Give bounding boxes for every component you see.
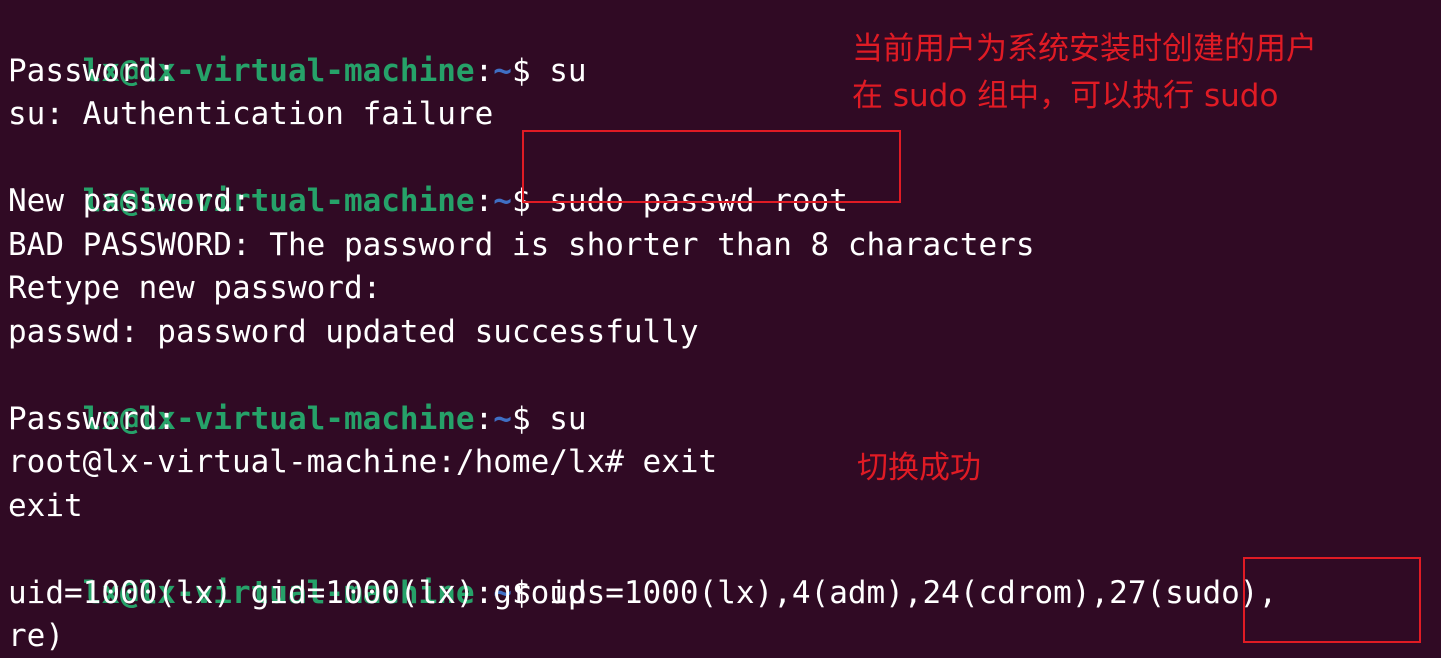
terminal-window[interactable]: lx@lx-virtual-machine:~$ su Password: su…	[0, 0, 1441, 658]
annotation-note-line1: 当前用户为系统安装时创建的用户	[852, 31, 1317, 67]
output-line: re)	[8, 618, 64, 654]
output-line: passwd: password updated successfully	[8, 313, 699, 350]
highlight-box-sudo-passwd	[522, 130, 901, 203]
command-text: su	[549, 400, 587, 437]
prompt-separator: :	[474, 400, 494, 437]
annotation-note-line2: 在 sudo 组中，可以执行 sudo	[852, 78, 1279, 114]
output-line: uid=1000(lx) gid=1000(lx) groups=1000(lx…	[8, 574, 1278, 611]
prompt-line: lx@lx-virtual-machine:~$ su	[8, 354, 587, 437]
output-line: Password:	[8, 400, 176, 437]
prompt-path: ~	[493, 183, 512, 219]
output-line: Password:	[8, 52, 176, 89]
prompt-symbol: $	[511, 400, 550, 437]
prompt-path: ~	[493, 52, 512, 89]
prompt-symbol: $	[511, 52, 550, 89]
prompt-path: ~	[493, 400, 512, 437]
prompt-line: lx@lx-virtual-machine:~$ id	[8, 528, 587, 611]
output-line: su: Authentication failure	[8, 96, 494, 132]
annotation-switch-success: 切换成功	[857, 450, 981, 486]
prompt-line: lx@lx-virtual-machine:~$ su	[8, 6, 587, 89]
root-prompt-line: root@lx-virtual-machine:/home/lx# exit	[8, 444, 718, 480]
highlight-box-sudo-group	[1243, 557, 1421, 643]
output-line: Retype new password:	[8, 270, 382, 306]
output-line: exit	[8, 487, 83, 524]
prompt-separator: :	[474, 52, 494, 89]
prompt-separator: :	[474, 183, 494, 219]
output-line: BAD PASSWORD: The password is shorter th…	[8, 226, 1035, 263]
command-text: su	[549, 52, 587, 89]
output-line: New password:	[8, 183, 251, 219]
